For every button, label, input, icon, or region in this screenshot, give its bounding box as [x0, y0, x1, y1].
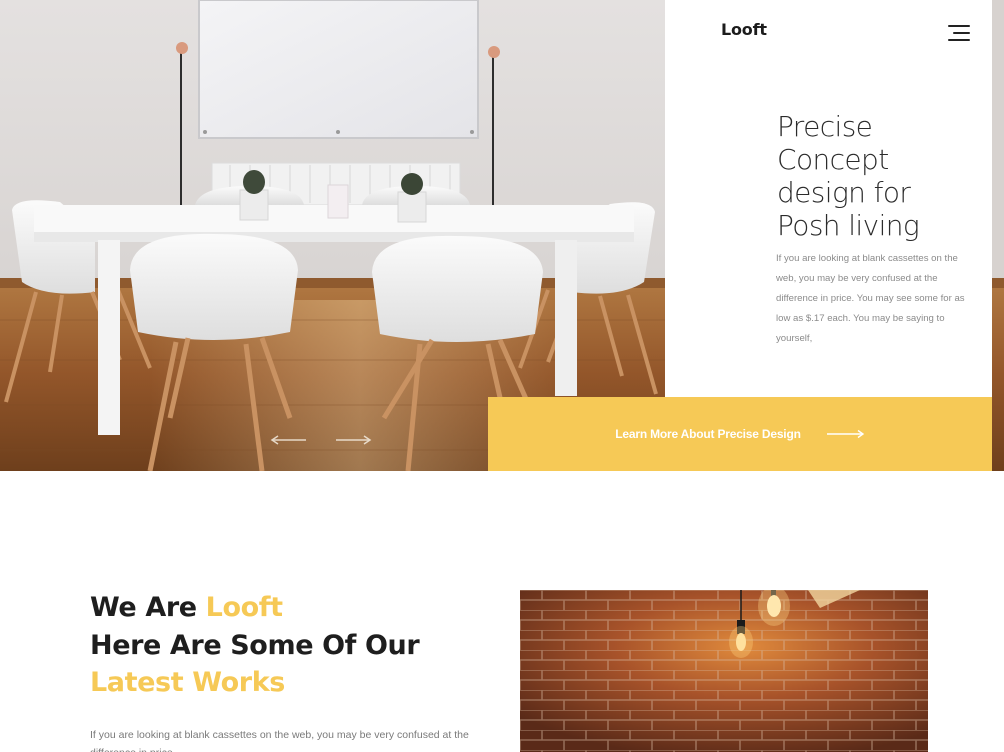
hero-title-line: design for: [777, 176, 911, 209]
about-heading-line-2: Here Are Some Of Our: [90, 629, 420, 661]
hero-title-line: Concept: [777, 143, 889, 176]
about-heading-prefix: We Are: [90, 592, 206, 623]
brand-logo[interactable]: Looft: [721, 20, 767, 39]
hamburger-menu-icon[interactable]: [944, 24, 970, 44]
about-heading: We Are Looft Here Are Some Of Our Latest…: [90, 589, 420, 702]
hero-description: If you are looking at blank cassettes on…: [776, 253, 965, 344]
hero-title: Precise Concept design for Posh living: [777, 110, 977, 242]
about-heading-line-3: Latest Works: [90, 667, 285, 698]
about-heading-brand: Looft: [205, 592, 283, 623]
learn-more-label: Learn More About Precise Design: [615, 427, 801, 441]
about-description: If you are looking at blank cassettes on…: [90, 729, 469, 752]
learn-more-button[interactable]: Learn More About Precise Design: [488, 397, 992, 471]
hero-title-line: Precise: [777, 110, 873, 143]
arrow-right-icon: [826, 429, 864, 439]
hero-title-line: Posh living: [777, 209, 920, 242]
hero-section: Looft Precise Concept design for Posh li…: [0, 0, 1004, 471]
brick-wall-image: [520, 590, 928, 752]
about-heading-line-1: We Are Looft: [90, 589, 419, 627]
